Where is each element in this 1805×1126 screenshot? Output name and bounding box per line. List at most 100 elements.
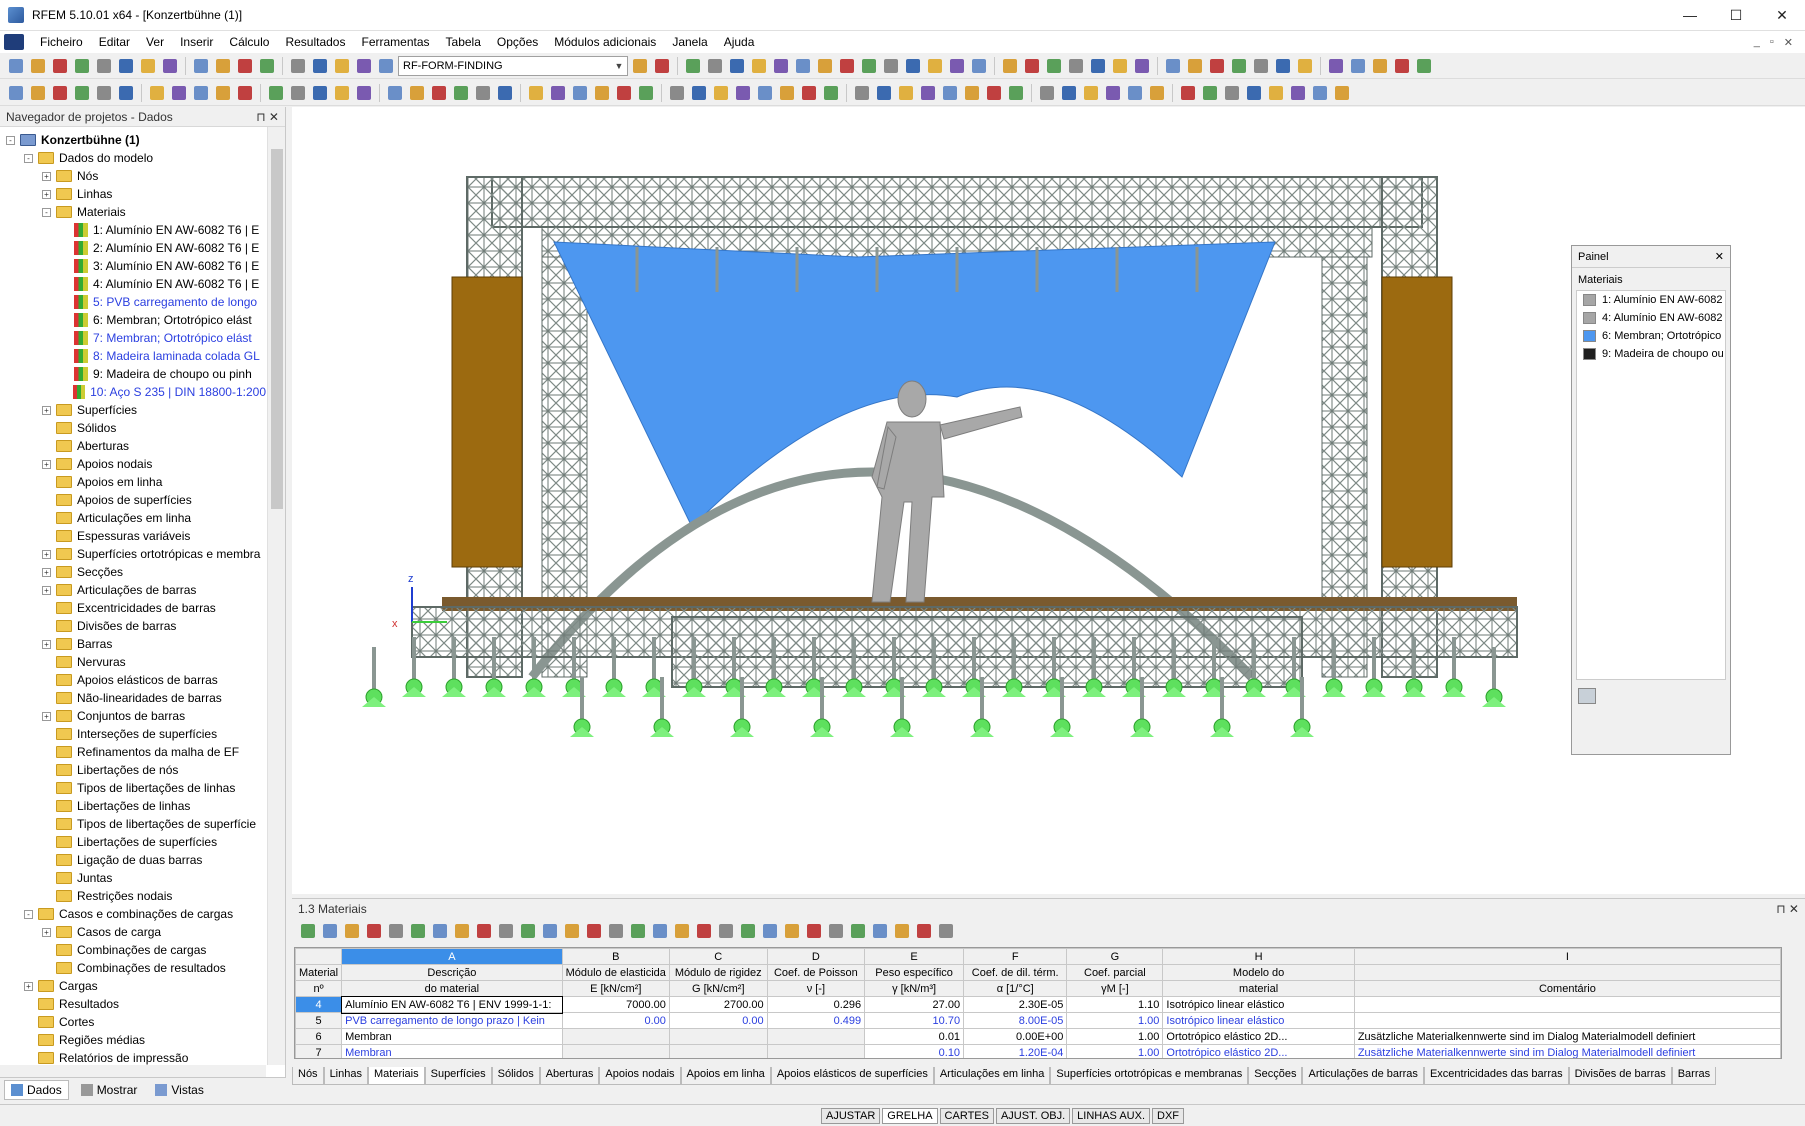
cell-G[interactable]: 2700.00 xyxy=(668,996,768,1013)
toolbar-tool-icon[interactable] xyxy=(1132,56,1152,76)
toolbar-tool-icon[interactable] xyxy=(72,83,92,103)
toolbar-tool-icon[interactable] xyxy=(1088,56,1108,76)
tree-node[interactable]: Tipos de libertações de linhas xyxy=(0,779,266,797)
cell-gamma[interactable]: 0.10 xyxy=(864,1044,965,1058)
menu-editar[interactable]: Editar xyxy=(91,31,138,53)
toolbar-tool-icon[interactable] xyxy=(451,83,471,103)
toolbar-tool-icon[interactable] xyxy=(1229,56,1249,76)
table-tool-icon[interactable] xyxy=(408,921,428,941)
table-tool-icon[interactable] xyxy=(342,921,362,941)
tree-node[interactable]: Espessuras variáveis xyxy=(0,527,266,545)
cell-alpha[interactable]: 1.20E-04 xyxy=(963,1044,1068,1058)
column-letter[interactable]: B xyxy=(561,948,670,965)
cell-desc[interactable]: PVB carregamento de longo prazo | Kein xyxy=(341,1012,563,1029)
tree-node[interactable]: Articulações em linha xyxy=(0,509,266,527)
toolbar-tool-icon[interactable] xyxy=(1022,56,1042,76)
toolbar-tool-icon[interactable] xyxy=(771,56,791,76)
cell-model[interactable]: Isotrópico linear elástico xyxy=(1162,996,1355,1013)
cell-E[interactable] xyxy=(561,1028,670,1045)
toolbar-tool-icon[interactable] xyxy=(50,83,70,103)
toolbar-tool-icon[interactable] xyxy=(332,83,352,103)
table-row[interactable]: 4 Alumínio EN AW-6082 T6 | ENV 1999-1-1: 7… xyxy=(295,995,1781,1014)
row-number[interactable]: 4 xyxy=(295,996,343,1013)
table-tool-icon[interactable] xyxy=(892,921,912,941)
tree-node[interactable]: 9: Madeira de choupo ou pinh xyxy=(0,365,266,383)
table-tool-icon[interactable] xyxy=(452,921,472,941)
cell-comment[interactable]: Zusätzliche Materialkennwerte sind im Di… xyxy=(1353,1028,1781,1045)
toolbar-tool-icon[interactable] xyxy=(1125,83,1145,103)
toolbar-tool-icon[interactable] xyxy=(354,83,374,103)
tree-node[interactable]: Combinações de cargas xyxy=(0,941,266,959)
menu-ferramentas[interactable]: Ferramentas xyxy=(353,31,437,53)
toolbar-tool-icon[interactable] xyxy=(918,83,938,103)
toolbar-tool-icon[interactable] xyxy=(1295,56,1315,76)
menu-janela[interactable]: Janela xyxy=(664,31,715,53)
toolbar-tool-icon[interactable] xyxy=(473,83,493,103)
toolbar-tool-icon[interactable] xyxy=(896,83,916,103)
maximize-button[interactable]: ☐ xyxy=(1713,0,1759,31)
table-tool-icon[interactable] xyxy=(628,921,648,941)
toolbar-tool-icon[interactable] xyxy=(925,56,945,76)
sheet-tab[interactable]: Articulações em linha xyxy=(933,1067,1051,1085)
toolbar-tool-icon[interactable] xyxy=(852,83,872,103)
toolbar-tool-icon[interactable] xyxy=(116,83,136,103)
toolbar-tool-icon[interactable] xyxy=(94,83,114,103)
expand-icon[interactable]: + xyxy=(42,405,51,415)
toolbar-tool-icon[interactable] xyxy=(636,83,656,103)
tree-node[interactable]: Interseções de superfícies xyxy=(0,725,266,743)
table-tool-icon[interactable] xyxy=(518,921,538,941)
tree-node[interactable]: Ligação de duas barras xyxy=(0,851,266,869)
sheet-tab[interactable]: Barras xyxy=(1671,1067,1717,1085)
table-tool-icon[interactable] xyxy=(848,921,868,941)
toolbar-tool-icon[interactable] xyxy=(116,56,136,76)
column-letter[interactable]: H xyxy=(1162,948,1355,965)
table-tool-icon[interactable] xyxy=(672,921,692,941)
toolbar-tool-icon[interactable] xyxy=(28,83,48,103)
expand-icon[interactable]: + xyxy=(42,459,51,469)
tree-node[interactable]: Tipos de libertações de superfície xyxy=(0,815,266,833)
toolbar-tool-icon[interactable] xyxy=(969,56,989,76)
toolbar-tool-icon[interactable] xyxy=(6,83,26,103)
table-tool-icon[interactable] xyxy=(386,921,406,941)
navigator-vscrollbar[interactable] xyxy=(267,127,285,1065)
tree-node[interactable]: Libertações de superfícies xyxy=(0,833,266,851)
toolbar-tool-icon[interactable] xyxy=(213,83,233,103)
table-tool-icon[interactable] xyxy=(650,921,670,941)
toolbar-tool-icon[interactable] xyxy=(1244,83,1264,103)
collapse-icon[interactable]: - xyxy=(24,153,33,163)
tree-node[interactable]: 4: Alumínio EN AW-6082 T6 | E xyxy=(0,275,266,293)
navigator-pin-close[interactable]: ⊓ ✕ xyxy=(256,110,279,124)
tree-node[interactable]: - Dados do modelo xyxy=(0,149,266,167)
status-toggle[interactable]: AJUSTAR xyxy=(820,1107,881,1124)
toolbar-tool-icon[interactable] xyxy=(526,83,546,103)
cell-desc[interactable]: Membran xyxy=(341,1028,563,1045)
cell-comment[interactable] xyxy=(1353,996,1781,1013)
toolbar-tool-icon[interactable] xyxy=(1163,56,1183,76)
cell-nu[interactable] xyxy=(766,1044,866,1058)
nav-tab-dados[interactable]: Dados xyxy=(4,1079,69,1100)
toolbar-tool-icon[interactable] xyxy=(614,83,634,103)
expand-icon[interactable]: + xyxy=(42,567,51,577)
tree-node[interactable]: + Barras xyxy=(0,635,266,653)
table-tool-icon[interactable] xyxy=(804,921,824,941)
toolbar-tool-icon[interactable] xyxy=(874,83,894,103)
menu-calculo[interactable]: Cálculo xyxy=(221,31,277,53)
toolbar-tool-icon[interactable] xyxy=(288,83,308,103)
toolbar-tool-icon[interactable] xyxy=(1392,56,1412,76)
table-tool-icon[interactable] xyxy=(826,921,846,941)
table-tool-icon[interactable] xyxy=(430,921,450,941)
close-button[interactable]: ✕ xyxy=(1759,0,1805,31)
toolbar-tool-icon[interactable] xyxy=(630,56,650,76)
tree-node[interactable]: - Casos e combinações de cargas xyxy=(0,905,266,923)
toolbar-tool-icon[interactable] xyxy=(288,56,308,76)
expand-icon[interactable]: + xyxy=(42,585,51,595)
menu-opcoes[interactable]: Opções xyxy=(489,31,546,53)
tree-node[interactable]: - Konzertbühne (1) xyxy=(0,131,266,149)
tree-node[interactable]: Juntas xyxy=(0,869,266,887)
tree-node[interactable]: + Articulações de barras xyxy=(0,581,266,599)
toolbar-tool-icon[interactable] xyxy=(733,83,753,103)
column-letter[interactable]: C xyxy=(668,948,768,965)
cell-E[interactable] xyxy=(561,1044,670,1058)
cell-nu[interactable]: 0.296 xyxy=(766,996,866,1013)
sheet-tab[interactable]: Secções xyxy=(1248,1067,1303,1085)
